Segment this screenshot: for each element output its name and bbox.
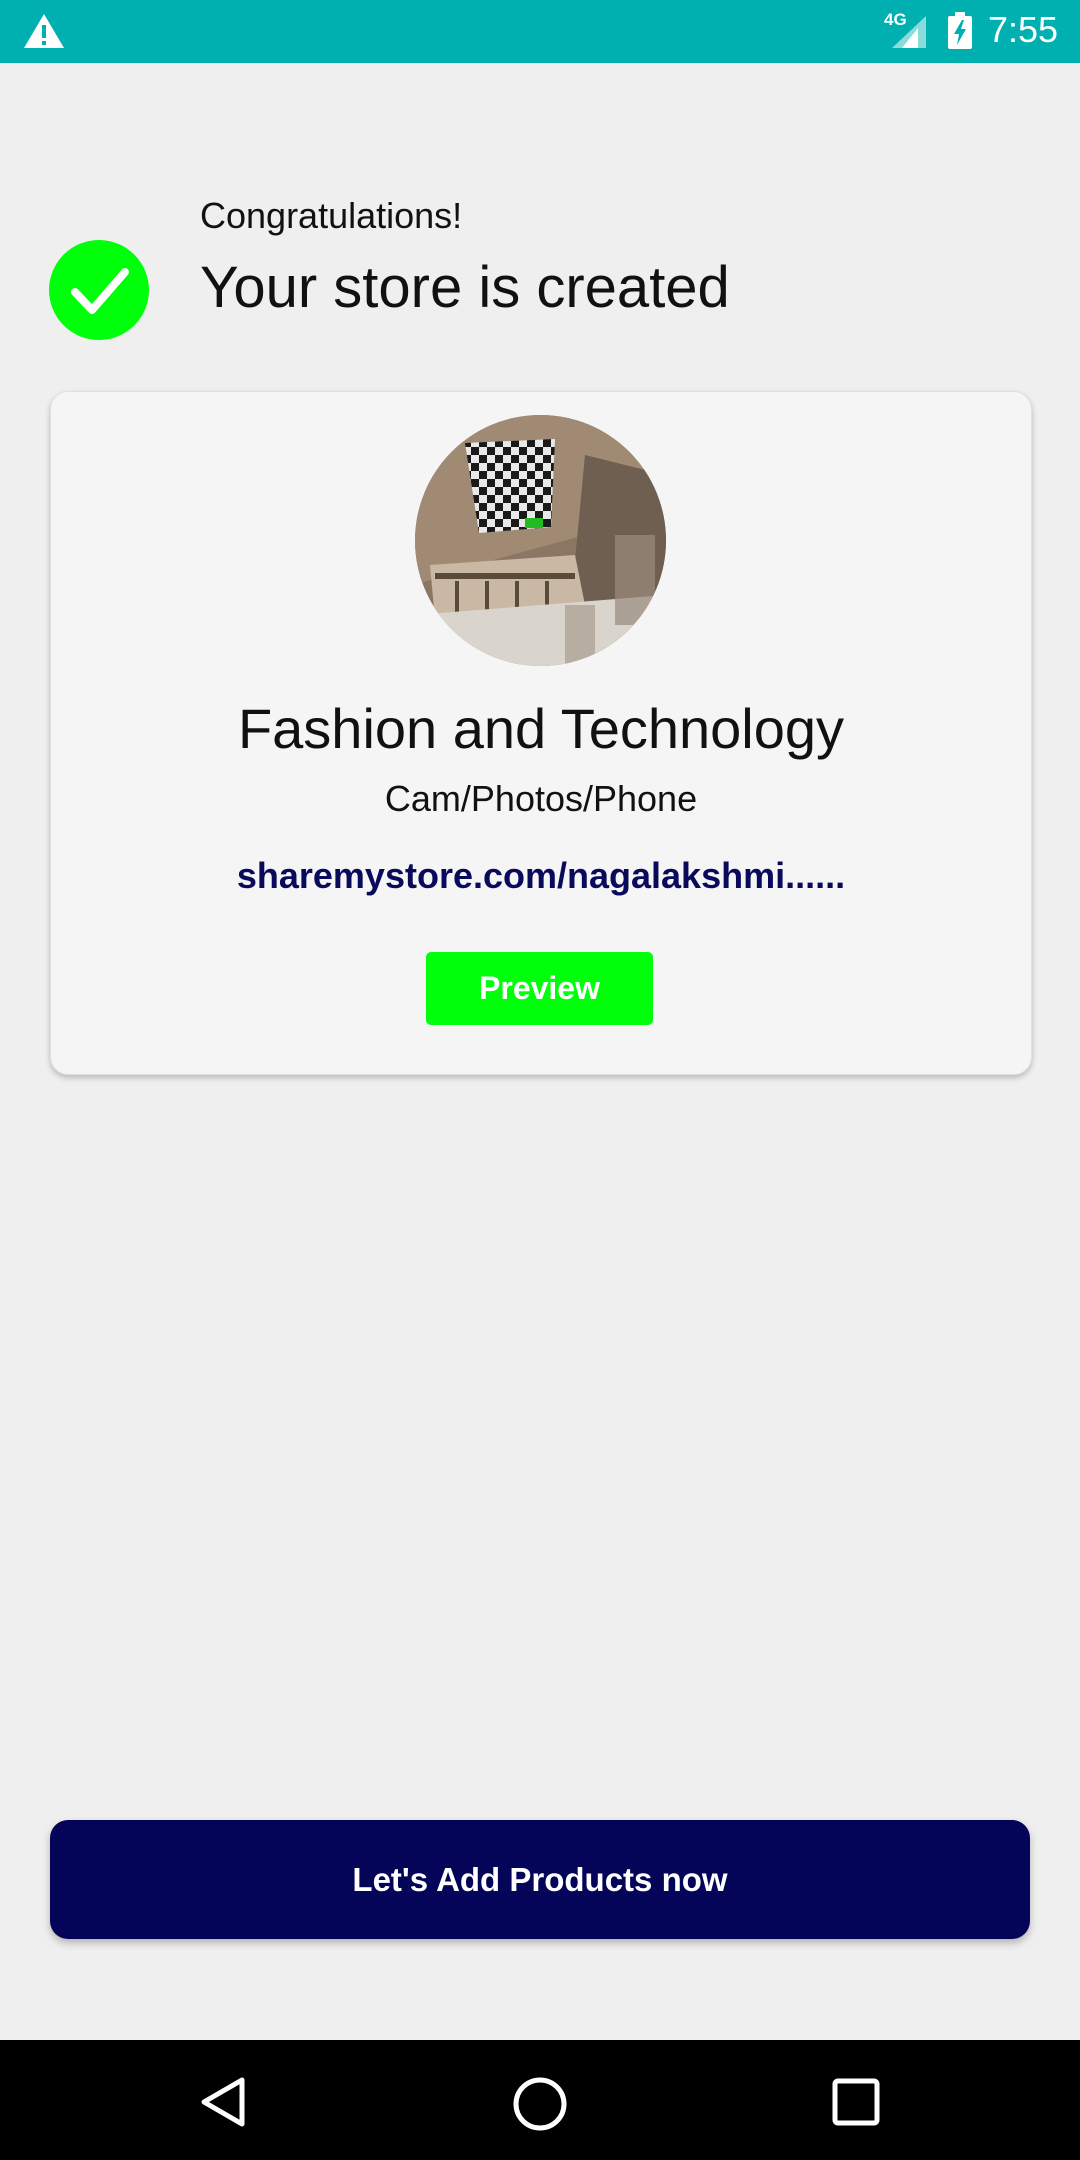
add-products-button[interactable]: Let's Add Products now bbox=[50, 1820, 1030, 1939]
store-link[interactable]: sharemystore.com/nagalakshmi...... bbox=[51, 853, 1031, 899]
store-card: Fashion and Technology Cam/Photos/Phone … bbox=[50, 391, 1032, 1075]
store-category: Cam/Photos/Phone bbox=[384, 778, 698, 819]
recents-square-icon[interactable] bbox=[830, 2076, 882, 2128]
battery-charging-icon bbox=[948, 12, 972, 49]
congrats-text: Congratulations! bbox=[200, 195, 463, 236]
home-circle-icon[interactable] bbox=[510, 2074, 570, 2134]
page-title: Your store is created bbox=[200, 255, 730, 320]
warning-icon bbox=[24, 14, 64, 48]
status-bar: 4G 7:55 bbox=[0, 0, 1080, 63]
back-triangle-icon[interactable] bbox=[196, 2074, 252, 2130]
status-clock: 7:55 bbox=[988, 9, 1059, 50]
store-name: Fashion and Technology bbox=[237, 697, 845, 760]
navigation-bar bbox=[0, 2040, 1080, 2160]
store-avatar[interactable] bbox=[415, 415, 666, 666]
signal-icon bbox=[892, 16, 926, 48]
preview-button[interactable]: Preview bbox=[426, 952, 653, 1025]
check-circle-icon bbox=[49, 240, 149, 340]
